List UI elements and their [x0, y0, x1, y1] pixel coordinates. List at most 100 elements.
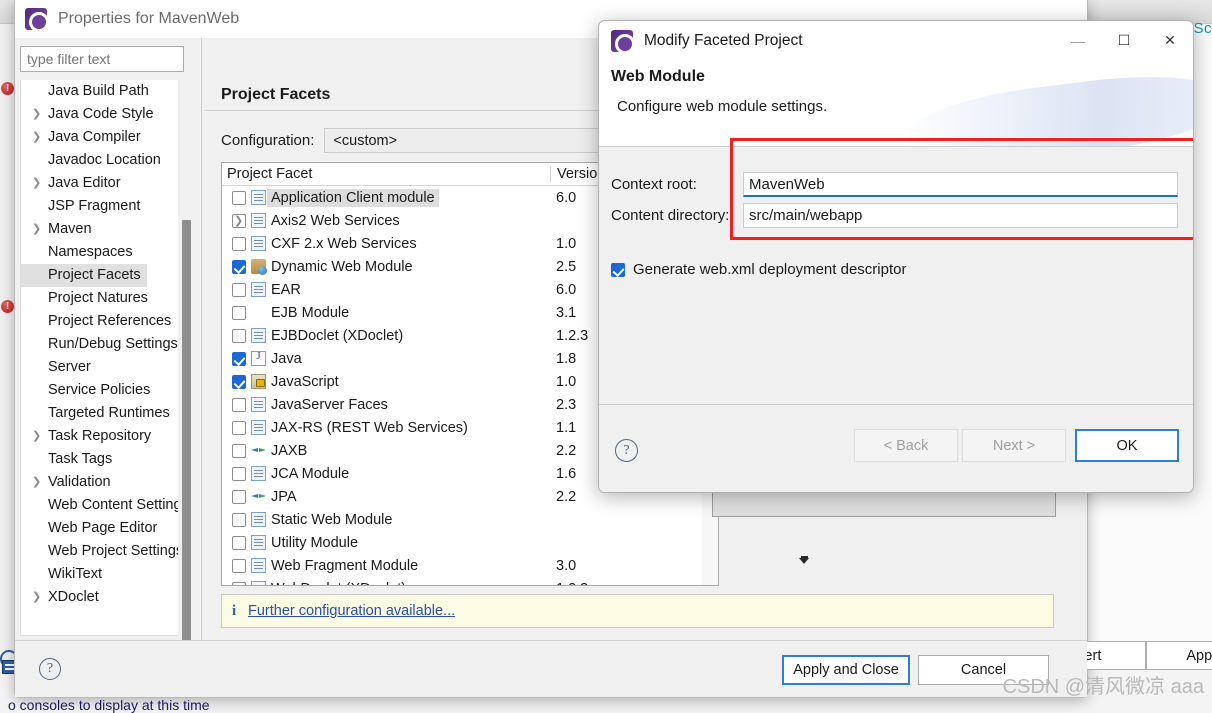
watermark: CSDN @清风微凉 aaa [1002, 676, 1204, 698]
sidebar-item-web-content-settings[interactable]: Web Content Settings [21, 494, 183, 517]
help-icon[interactable]: ? [615, 439, 638, 462]
chevron-right-icon[interactable]: ❯ [234, 214, 243, 227]
chevron-right-icon[interactable]: ❯ [32, 126, 44, 149]
sidebar-item-java-compiler[interactable]: ❯ Java Compiler [21, 126, 183, 149]
chevron-right-icon[interactable]: ❯ [32, 218, 44, 241]
facet-label: EAR [271, 281, 301, 298]
sidebar-item-label: Run/Debug Settings [48, 336, 178, 352]
editor-tab-label: Sc [1193, 20, 1212, 37]
chevron-right-icon[interactable]: ❯ [32, 172, 44, 195]
info-icon: i [232, 602, 237, 619]
close-icon[interactable]: ✕ [1147, 21, 1193, 60]
chevron-right-icon[interactable]: ❯ [32, 103, 44, 126]
sidebar-item-label: XDoclet [48, 589, 99, 605]
document-icon [251, 581, 266, 585]
facet-label: JavaServer Faces [271, 396, 388, 413]
sidebar-item-task-tags[interactable]: Task Tags [21, 448, 183, 471]
facet-row[interactable]: Utility Module [222, 531, 718, 554]
further-configuration-link[interactable]: Further configuration available... [248, 603, 455, 619]
sidebar-item-maven[interactable]: ❯ Maven [21, 218, 183, 241]
sidebar-item-java-build-path[interactable]: Java Build Path [21, 80, 183, 103]
sidebar-item-run-debug-settings[interactable]: Run/Debug Settings [21, 333, 183, 356]
facet-checkbox[interactable] [232, 259, 246, 274]
back-button[interactable]: < Back [854, 429, 958, 462]
sidebar-item-targeted-runtimes[interactable]: Targeted Runtimes [21, 402, 183, 425]
content-directory-input[interactable]: src/main/webapp [743, 203, 1178, 228]
facet-checkbox[interactable] [232, 443, 246, 458]
screen: ! ! Sc o consoles to display at this tim… [0, 0, 1212, 713]
sidebar-item-label: Java Compiler [48, 129, 141, 145]
facet-label: CXF 2.x Web Services [271, 235, 417, 252]
facet-label: Java [271, 350, 302, 367]
facet-checkbox[interactable] [232, 581, 246, 585]
chevron-right-icon[interactable]: ❯ [32, 425, 44, 448]
sidebar-item-service-policies[interactable]: Service Policies [21, 379, 183, 402]
facet-checkbox[interactable] [232, 397, 246, 412]
facet-checkbox[interactable] [232, 236, 246, 251]
filter-input[interactable] [20, 46, 184, 72]
sidebar-item-label: Task Tags [48, 451, 113, 467]
sidebar-item-project-facets[interactable]: Project Facets [21, 264, 147, 287]
chevron-down-icon[interactable] [799, 558, 809, 564]
chevron-right-icon[interactable]: ❯ [32, 471, 44, 494]
sidebar-item-java-code-style[interactable]: ❯ Java Code Style [21, 103, 183, 126]
facet-checkbox[interactable] [232, 328, 246, 343]
apply-and-close-button[interactable]: Apply and Close [782, 655, 910, 685]
document-icon [251, 213, 266, 228]
content-directory-label: Content directory: [611, 207, 730, 224]
sidebar-item-label: Java Editor [48, 175, 121, 191]
facet-checkbox[interactable] [232, 351, 246, 366]
facet-row[interactable]: WebDoclet (XDoclet) 1.2.3 [222, 577, 718, 585]
maximize-icon[interactable]: ☐ [1101, 21, 1147, 60]
modify-dialog-titlebar: Modify Faceted Project — ☐ ✕ [599, 21, 1193, 60]
sidebar-item-javadoc-location[interactable]: Javadoc Location [21, 149, 183, 172]
chevron-right-icon[interactable]: ❯ [32, 586, 44, 609]
modify-dialog-header: Web Module Configure web module settings… [599, 60, 1193, 146]
sidebar-item-validation[interactable]: ❯ Validation [21, 471, 183, 494]
context-root-input[interactable]: MavenWeb [743, 172, 1178, 197]
generate-webxml-row[interactable]: Generate web.xml deployment descriptor [611, 261, 906, 278]
tree-scrollbar-thumb[interactable] [182, 220, 191, 648]
facet-name-cell: Axis2 Web Services [222, 213, 550, 229]
facet-checkbox[interactable] [232, 558, 246, 573]
facet-name-cell: JavaScript [222, 374, 550, 390]
sidebar-item-java-editor[interactable]: ❯ Java Editor [21, 172, 183, 195]
sidebar-item-web-page-editor[interactable]: Web Page Editor [21, 517, 183, 540]
facet-checkbox[interactable] [232, 489, 246, 504]
ok-button[interactable]: OK [1075, 429, 1179, 462]
sidebar-item-xdoclet[interactable]: ❯ XDoclet [21, 586, 183, 609]
facet-row[interactable]: Web Fragment Module 3.0 [222, 554, 718, 577]
help-icon[interactable]: ? [39, 658, 61, 680]
generate-webxml-checkbox[interactable] [611, 262, 625, 277]
facet-checkbox[interactable] [232, 535, 246, 550]
facet-checkbox[interactable] [232, 466, 246, 481]
sidebar-item-web-project-settings[interactable]: Web Project Settings [21, 540, 183, 563]
sidebar-item-server[interactable]: Server [21, 356, 183, 379]
sidebar-item-project-references[interactable]: Project References [21, 310, 183, 333]
facet-row[interactable]: Static Web Module [222, 508, 718, 531]
header-decoration [899, 64, 1193, 146]
sidebar-item-label: Java Build Path [48, 83, 149, 99]
sidebar-item-task-repository[interactable]: ❯ Task Repository [21, 425, 183, 448]
sidebar-item-jsp-fragment[interactable]: JSP Fragment [21, 195, 183, 218]
settings-tree[interactable]: Java Build Path ❯ Java Code Style ❯ Java Com… [20, 80, 184, 636]
facet-checkbox[interactable] [232, 190, 246, 205]
sidebar-item-label: WikiText [48, 566, 102, 582]
next-button[interactable]: Next > [962, 429, 1066, 462]
facet-checkbox[interactable] [232, 512, 246, 527]
facet-checkbox[interactable] [232, 305, 246, 320]
document-icon [251, 328, 266, 343]
modify-dialog-heading: Web Module [611, 68, 705, 85]
facet-checkbox[interactable] [232, 282, 246, 297]
minimize-icon[interactable]: — [1055, 21, 1101, 60]
facet-label: Application Client module [267, 188, 439, 207]
sidebar-item-label: Validation [48, 474, 111, 490]
sidebar-item-wikitext[interactable]: WikiText [21, 563, 183, 586]
sidebar-item-project-natures[interactable]: Project Natures [21, 287, 183, 310]
facet-checkbox[interactable] [232, 374, 246, 389]
sidebar-item-namespaces[interactable]: Namespaces [21, 241, 183, 264]
eclipse-icon [25, 8, 49, 32]
java-file-icon [251, 350, 266, 366]
facet-checkbox[interactable] [232, 420, 246, 435]
apply-button[interactable]: Apply [1146, 641, 1212, 670]
